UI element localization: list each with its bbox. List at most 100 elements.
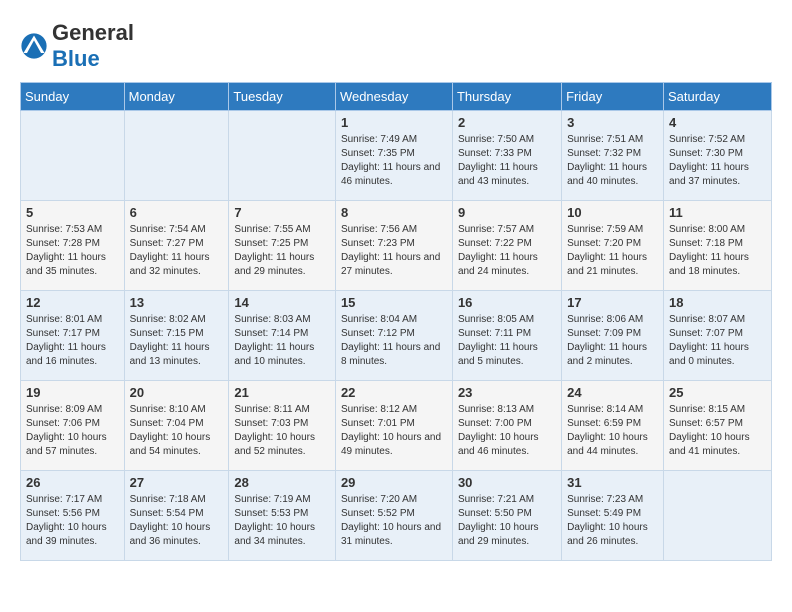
calendar-cell: 27 Sunrise: 7:18 AM Sunset: 5:54 PM Dayli… [124,471,229,561]
calendar-cell: 5Sunrise: 7:53 AM Sunset: 7:28 PM Daylig… [21,201,125,291]
day-number: 26 [26,475,119,490]
logo-icon [20,32,48,60]
calendar-cell: 18 Sunrise: 8:07 AM Sunset: 7:07 PM Dayli… [663,291,771,381]
calendar-cell: 14Sunrise: 8:03 AM Sunset: 7:14 PM Dayli… [229,291,336,381]
weekday-header-sunday: Sunday [21,83,125,111]
day-number: 5 [26,205,119,220]
calendar-cell: 22 Sunrise: 8:12 AM Sunset: 7:01 PM Dayli… [335,381,452,471]
day-info: Sunrise: 7:23 AM Sunset: 5:49 PM Dayligh… [567,493,658,549]
calendar-header: SundayMondayTuesdayWednesdayThursdayFrid… [21,83,772,111]
day-info: Sunrise: 7:52 AM Sunset: 7:30 PM Dayligh… [669,133,766,189]
day-info: Sunrise: 8:12 AM Sunset: 7:01 PM Dayligh… [341,403,447,459]
logo-general-text: General [52,20,134,45]
weekday-header-thursday: Thursday [452,83,561,111]
calendar-cell: 26 Sunrise: 7:17 AM Sunset: 5:56 PM Dayli… [21,471,125,561]
day-info: Sunrise: 7:17 AM Sunset: 5:56 PM Dayligh… [26,493,119,549]
calendar-cell: 15Sunrise: 8:04 AM Sunset: 7:12 PM Dayli… [335,291,452,381]
day-number: 18 [669,295,766,310]
day-number: 9 [458,205,556,220]
day-info: Sunrise: 7:51 AM Sunset: 7:32 PM Dayligh… [567,133,658,189]
weekday-header-row: SundayMondayTuesdayWednesdayThursdayFrid… [21,83,772,111]
weekday-header-monday: Monday [124,83,229,111]
day-number: 13 [130,295,224,310]
day-number: 7 [234,205,330,220]
day-info: Sunrise: 7:49 AM Sunset: 7:35 PM Dayligh… [341,133,447,189]
calendar-table: SundayMondayTuesdayWednesdayThursdayFrid… [20,82,772,561]
calendar-cell [229,111,336,201]
day-number: 30 [458,475,556,490]
calendar-cell: 30 Sunrise: 7:21 AM Sunset: 5:50 PM Dayli… [452,471,561,561]
day-info: Sunrise: 7:59 AM Sunset: 7:20 PM Dayligh… [567,223,658,279]
weekday-header-friday: Friday [562,83,664,111]
day-info: Sunrise: 8:11 AM Sunset: 7:03 PM Dayligh… [234,403,330,459]
calendar-cell: 16 Sunrise: 8:05 AM Sunset: 7:11 PM Dayli… [452,291,561,381]
calendar-cell: 17Sunrise: 8:06 AM Sunset: 7:09 PM Dayli… [562,291,664,381]
calendar-cell: 7 Sunrise: 7:55 AM Sunset: 7:25 PM Daylig… [229,201,336,291]
day-info: Sunrise: 7:57 AM Sunset: 7:22 PM Dayligh… [458,223,556,279]
day-info: Sunrise: 8:01 AM Sunset: 7:17 PM Dayligh… [26,313,119,369]
day-number: 2 [458,115,556,130]
day-info: Sunrise: 8:05 AM Sunset: 7:11 PM Dayligh… [458,313,556,369]
calendar-cell: 2 Sunrise: 7:50 AM Sunset: 7:33 PM Daylig… [452,111,561,201]
day-number: 23 [458,385,556,400]
calendar-cell: 29 Sunrise: 7:20 AM Sunset: 5:52 PM Dayli… [335,471,452,561]
calendar-week-1: 1 Sunrise: 7:49 AM Sunset: 7:35 PM Daylig… [21,111,772,201]
calendar-cell: 4 Sunrise: 7:52 AM Sunset: 7:30 PM Daylig… [663,111,771,201]
calendar-cell: 25 Sunrise: 8:15 AM Sunset: 6:57 PM Dayli… [663,381,771,471]
day-number: 6 [130,205,224,220]
day-number: 3 [567,115,658,130]
day-info: Sunrise: 8:15 AM Sunset: 6:57 PM Dayligh… [669,403,766,459]
calendar-cell: 11Sunrise: 8:00 AM Sunset: 7:18 PM Dayli… [663,201,771,291]
calendar-cell: 12Sunrise: 8:01 AM Sunset: 7:17 PM Dayli… [21,291,125,381]
day-number: 25 [669,385,766,400]
calendar-cell [663,471,771,561]
day-info: Sunrise: 7:20 AM Sunset: 5:52 PM Dayligh… [341,493,447,549]
day-info: Sunrise: 7:50 AM Sunset: 7:33 PM Dayligh… [458,133,556,189]
day-number: 29 [341,475,447,490]
weekday-header-wednesday: Wednesday [335,83,452,111]
day-info: Sunrise: 8:10 AM Sunset: 7:04 PM Dayligh… [130,403,224,459]
day-info: Sunrise: 7:56 AM Sunset: 7:23 PM Dayligh… [341,223,447,279]
day-number: 21 [234,385,330,400]
day-number: 1 [341,115,447,130]
calendar-body: 1 Sunrise: 7:49 AM Sunset: 7:35 PM Daylig… [21,111,772,561]
calendar-week-4: 19Sunrise: 8:09 AM Sunset: 7:06 PM Dayli… [21,381,772,471]
page-header: General Blue [20,20,772,72]
day-number: 24 [567,385,658,400]
logo-blue-text: Blue [52,46,100,71]
day-info: Sunrise: 7:21 AM Sunset: 5:50 PM Dayligh… [458,493,556,549]
day-info: Sunrise: 7:18 AM Sunset: 5:54 PM Dayligh… [130,493,224,549]
calendar-cell: 10Sunrise: 7:59 AM Sunset: 7:20 PM Dayli… [562,201,664,291]
calendar-cell: 1 Sunrise: 7:49 AM Sunset: 7:35 PM Daylig… [335,111,452,201]
day-number: 4 [669,115,766,130]
calendar-week-3: 12Sunrise: 8:01 AM Sunset: 7:17 PM Dayli… [21,291,772,381]
day-number: 22 [341,385,447,400]
day-info: Sunrise: 8:07 AM Sunset: 7:07 PM Dayligh… [669,313,766,369]
day-number: 19 [26,385,119,400]
day-number: 11 [669,205,766,220]
day-info: Sunrise: 8:13 AM Sunset: 7:00 PM Dayligh… [458,403,556,459]
calendar-cell: 8Sunrise: 7:56 AM Sunset: 7:23 PM Daylig… [335,201,452,291]
day-number: 27 [130,475,224,490]
logo: General Blue [20,20,134,72]
calendar-cell: 28 Sunrise: 7:19 AM Sunset: 5:53 PM Dayli… [229,471,336,561]
day-info: Sunrise: 8:04 AM Sunset: 7:12 PM Dayligh… [341,313,447,369]
day-info: Sunrise: 8:02 AM Sunset: 7:15 PM Dayligh… [130,313,224,369]
calendar-cell: 20Sunrise: 8:10 AM Sunset: 7:04 PM Dayli… [124,381,229,471]
day-number: 14 [234,295,330,310]
calendar-week-2: 5Sunrise: 7:53 AM Sunset: 7:28 PM Daylig… [21,201,772,291]
weekday-header-tuesday: Tuesday [229,83,336,111]
weekday-header-saturday: Saturday [663,83,771,111]
calendar-cell: 31Sunrise: 7:23 AM Sunset: 5:49 PM Dayli… [562,471,664,561]
calendar-cell: 9 Sunrise: 7:57 AM Sunset: 7:22 PM Daylig… [452,201,561,291]
day-number: 28 [234,475,330,490]
calendar-cell [124,111,229,201]
calendar-cell: 19Sunrise: 8:09 AM Sunset: 7:06 PM Dayli… [21,381,125,471]
calendar-cell: 21 Sunrise: 8:11 AM Sunset: 7:03 PM Dayli… [229,381,336,471]
day-info: Sunrise: 7:19 AM Sunset: 5:53 PM Dayligh… [234,493,330,549]
day-info: Sunrise: 8:14 AM Sunset: 6:59 PM Dayligh… [567,403,658,459]
day-number: 16 [458,295,556,310]
day-info: Sunrise: 7:55 AM Sunset: 7:25 PM Dayligh… [234,223,330,279]
calendar-cell: 24 Sunrise: 8:14 AM Sunset: 6:59 PM Dayli… [562,381,664,471]
day-info: Sunrise: 7:54 AM Sunset: 7:27 PM Dayligh… [130,223,224,279]
